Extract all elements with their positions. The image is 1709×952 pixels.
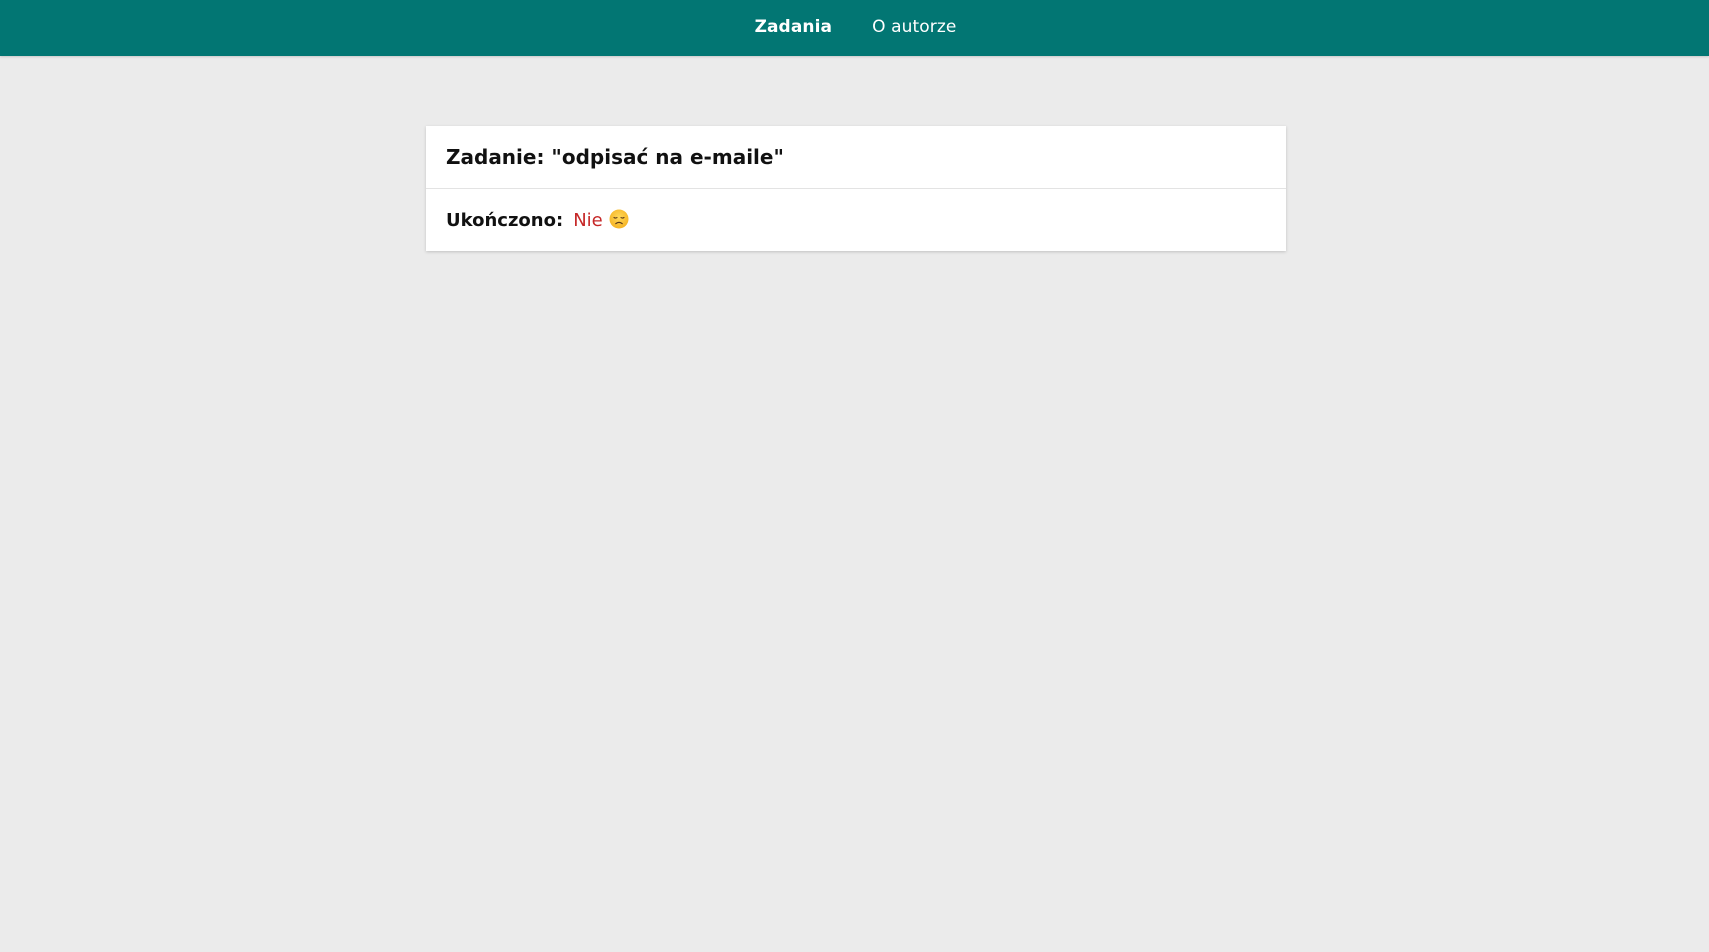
task-card-body: Ukończono: Nie xyxy=(426,189,1286,251)
nav-link-o-autorze[interactable]: O autorze xyxy=(872,17,956,37)
task-card: Zadanie: "odpisać na e-maile" Ukończono:… xyxy=(426,126,1286,251)
completion-label: Ukończono: xyxy=(446,209,564,231)
main-nav: Zadania O autorze xyxy=(755,17,957,37)
task-card-header: Zadanie: "odpisać na e-maile" xyxy=(426,126,1286,189)
disappointed-face-icon xyxy=(609,209,629,229)
completion-status-value: Nie xyxy=(573,209,603,231)
top-navigation-bar: Zadania O autorze xyxy=(0,0,1709,56)
nav-link-zadania[interactable]: Zadania xyxy=(755,17,833,37)
task-title: Zadanie: "odpisać na e-maile" xyxy=(446,145,784,169)
